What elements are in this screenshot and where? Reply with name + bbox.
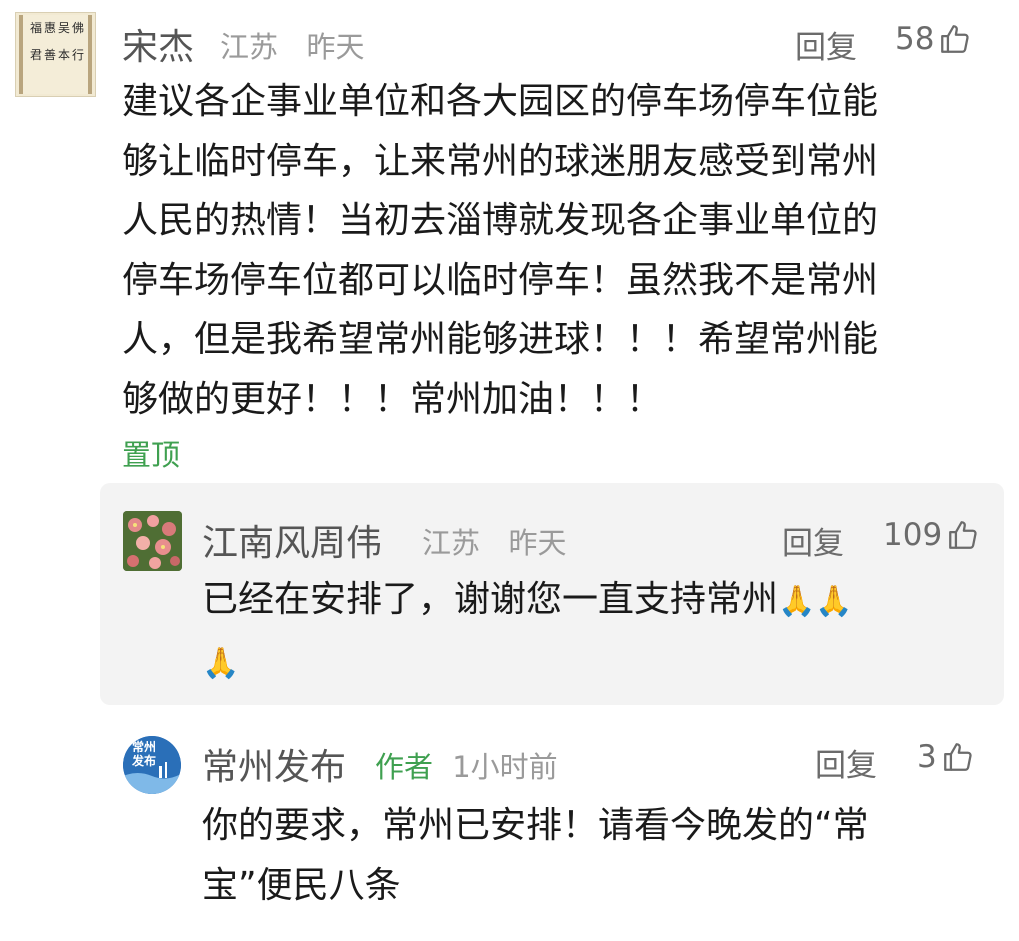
comment-body: 你的要求，常州已安排！请看今晚发的“常 宝”便民八条 bbox=[202, 796, 992, 915]
flower-photo-icon bbox=[123, 511, 182, 571]
comment-location: 江苏 bbox=[422, 526, 481, 560]
commenter-name[interactable]: 常州发布 bbox=[202, 738, 346, 790]
comment-line: 停车场停车位都可以临时停车！虽然我不是常州 bbox=[122, 259, 879, 301]
praying-hands-emoji: 🙏 bbox=[202, 645, 240, 681]
comment-line: 够让临时停车，让来常州的球迷朋友感受到常州 bbox=[122, 140, 879, 182]
thumbs-up-icon bbox=[941, 25, 970, 53]
like-count: 58 bbox=[895, 21, 935, 57]
comment-line: 🙏 bbox=[202, 632, 982, 694]
avatar-changzhou-fabu[interactable]: 常州 发布 bbox=[123, 736, 181, 794]
comment-line: 人，但是我希望常州能够进球！！！希望常州能 bbox=[122, 319, 879, 360]
like-count: 3 bbox=[917, 739, 937, 775]
thumbs-up-icon bbox=[949, 521, 977, 549]
comment-line: 宝”便民八条 bbox=[202, 864, 401, 906]
comment-location: 江苏 bbox=[220, 30, 279, 64]
comment-line: 你的要求，常州已安排！请看今晚发的“常 bbox=[202, 805, 869, 846]
pin-label: 置顶 bbox=[122, 438, 181, 472]
comment-body: 建议各企事业单位和各大园区的停车场停车位能 够让临时停车，让来常州的球迷朋友感受… bbox=[122, 72, 1002, 429]
reply-button[interactable]: 回复 bbox=[815, 740, 877, 785]
reply-button[interactable]: 回复 bbox=[795, 22, 857, 67]
comment-time: 1小时前 bbox=[452, 750, 558, 784]
logo-text: 常州 发布 bbox=[132, 740, 157, 768]
avatar-jiangnan[interactable] bbox=[123, 511, 182, 571]
comment-time: 昨天 bbox=[508, 526, 567, 560]
avatar-songjie[interactable]: 福 惠 吴 佛 君 善 本 行 bbox=[15, 12, 96, 97]
comment-line: 建议各企事业单位和各大园区的停车场停车位能 bbox=[122, 81, 879, 122]
commenter-name[interactable]: 江南风周伟 bbox=[202, 514, 382, 566]
comment-line: 够做的更好！！！常州加油！！！ bbox=[122, 378, 663, 420]
comment-time: 昨天 bbox=[306, 30, 365, 64]
comment-line: 人民的热情！当初去淄博就发现各企事业单位的 bbox=[122, 200, 879, 241]
avatar-calligraphy: 福 惠 吴 佛 君 善 本 行 bbox=[30, 21, 85, 62]
like-button[interactable]: 58 bbox=[895, 21, 972, 57]
thumbs-up-icon bbox=[943, 743, 972, 771]
comment-meta: 作者 1小时前 bbox=[375, 744, 558, 786]
like-count: 109 bbox=[883, 517, 943, 553]
like-button[interactable]: 3 bbox=[917, 739, 975, 775]
comment-meta: 江苏 昨天 bbox=[220, 24, 364, 66]
like-button[interactable]: 109 bbox=[883, 517, 980, 553]
comment-line: 已经在安排了，谢谢您一直支持常州🙏🙏 bbox=[202, 579, 853, 620]
comment-body: 已经在安排了，谢谢您一直支持常州🙏🙏 🙏 bbox=[202, 570, 982, 693]
commenter-name[interactable]: 宋杰 bbox=[122, 18, 194, 70]
comment-meta: 江苏 昨天 bbox=[422, 520, 566, 562]
reply-button[interactable]: 回复 bbox=[782, 518, 844, 563]
praying-hands-emoji: 🙏🙏 bbox=[778, 584, 853, 619]
author-badge: 作者 bbox=[375, 750, 434, 784]
